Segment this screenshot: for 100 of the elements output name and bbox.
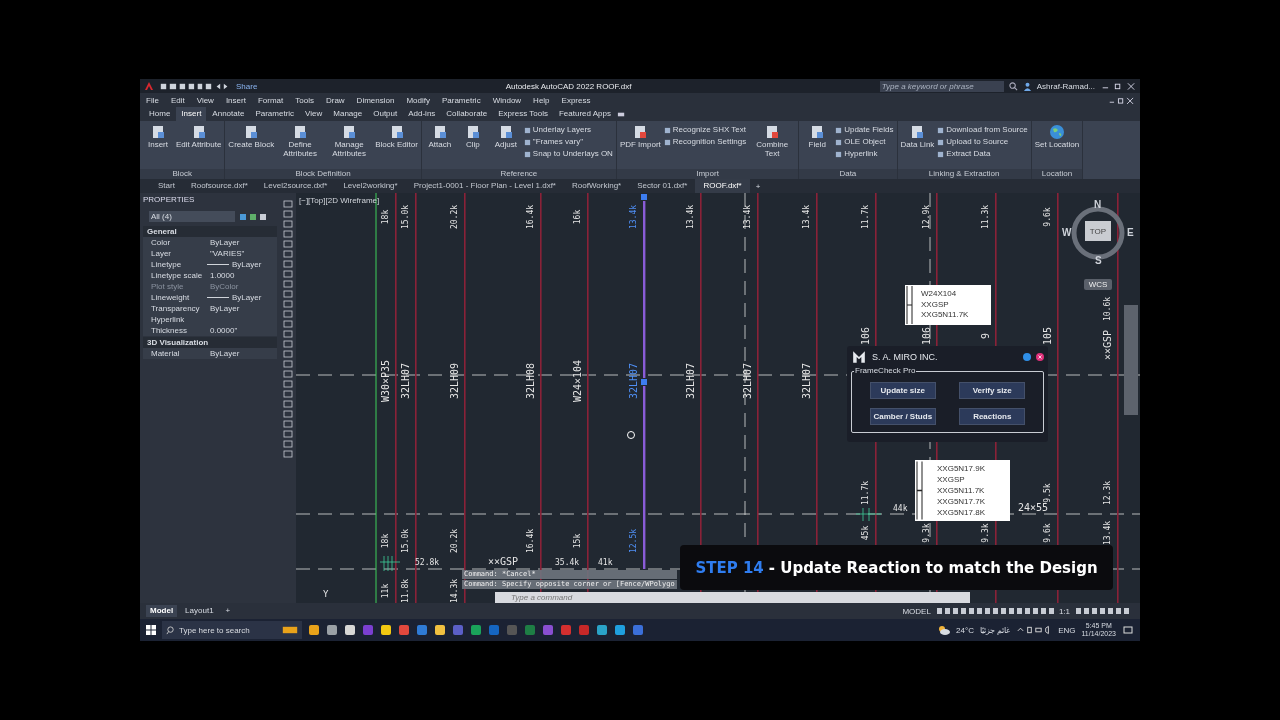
view-cube-face[interactable]: TOP: [1085, 221, 1111, 241]
new-layout-button[interactable]: +: [221, 605, 235, 617]
ribbon-tab[interactable]: Manage: [328, 107, 368, 121]
dialog-button[interactable]: Update size: [869, 381, 936, 399]
close-icon[interactable]: [1036, 353, 1044, 361]
menu-item[interactable]: Insert: [225, 95, 246, 105]
ribbon-button[interactable]: OLE Object: [835, 137, 894, 147]
annotation-scale-button[interactable]: 1:1: [1058, 606, 1070, 616]
ribbon-button[interactable]: Hyperlink: [835, 149, 894, 159]
layout-tab[interactable]: Model: [146, 605, 178, 617]
ribbon-button[interactable]: Upload to Source: [937, 137, 1028, 147]
ribbon-button[interactable]: Underlay Layers: [523, 125, 613, 135]
ribbon-button[interactable]: Clip: [457, 124, 488, 169]
model-space-button[interactable]: MODEL: [902, 606, 931, 616]
search-field[interactable]: Type a keyword or phrase: [879, 80, 1004, 92]
app-icon[interactable]: [470, 624, 482, 636]
document-tab[interactable]: ROOF.dxf*: [695, 179, 750, 193]
drawing-canvas[interactable]: [296, 193, 1140, 603]
dialog-button[interactable]: Reactions: [959, 407, 1026, 425]
grip-marker[interactable]: [641, 194, 647, 200]
ribbon-button[interactable]: Edit Attribute: [176, 124, 222, 169]
weather-icon[interactable]: [938, 625, 951, 635]
command-input[interactable]: Type a command: [495, 592, 970, 603]
ribbon-tab[interactable]: Home: [144, 107, 176, 121]
ribbon-button[interactable]: Recognize SHX Text: [663, 125, 747, 135]
property-value[interactable]: 0.0000": [210, 326, 238, 335]
notification-icon[interactable]: [1122, 625, 1134, 635]
menu-item[interactable]: View: [196, 95, 214, 105]
dialog-button[interactable]: Verify size: [959, 381, 1026, 399]
panel-title[interactable]: Linking & Extraction: [897, 169, 1031, 179]
ribbon-button[interactable]: Create Block: [228, 124, 275, 169]
menu-item[interactable]: Help: [533, 95, 550, 105]
panel-title[interactable]: Import: [616, 169, 799, 179]
panel-title[interactable]: Block Definition: [225, 169, 421, 179]
compass-label[interactable]: S: [1095, 255, 1102, 266]
compass-label[interactable]: N: [1094, 199, 1102, 210]
ribbon-button[interactable]: Attach: [424, 124, 455, 169]
document-tab[interactable]: Level2source.dxf*: [255, 179, 336, 193]
weather-text[interactable]: غائم جزئيًا: [979, 625, 1011, 635]
ribbon-button[interactable]: Recognition Settings: [663, 137, 747, 147]
app-icon[interactable]: [380, 624, 392, 636]
language-indicator[interactable]: ENG: [1058, 625, 1076, 635]
ribbon-button[interactable]: Data Link: [900, 124, 935, 169]
ribbon-tab[interactable]: Annotate: [207, 107, 250, 121]
ribbon-tab[interactable]: Collaborate: [441, 107, 493, 121]
property-value[interactable]: 1.0000: [210, 271, 235, 280]
property-value[interactable]: ByLayer: [210, 349, 240, 358]
ribbon-tab[interactable]: Insert: [176, 107, 207, 121]
menu-item[interactable]: Parametric: [441, 95, 481, 105]
app-icon[interactable]: [308, 624, 320, 636]
ribbon-button[interactable]: Download from Source: [937, 125, 1028, 135]
menu-item[interactable]: File: [146, 95, 159, 105]
panel-title[interactable]: Location: [1031, 169, 1083, 179]
app-icon[interactable]: [326, 624, 338, 636]
search-box[interactable]: Type here to search: [162, 621, 302, 639]
ribbon-button[interactable]: Field: [802, 124, 833, 169]
menu-item[interactable]: Draw: [325, 95, 345, 105]
temperature-text[interactable]: 24°C: [956, 625, 974, 635]
share-button[interactable]: Share: [236, 81, 258, 91]
minimize-icon[interactable]: [1023, 353, 1031, 361]
app-icon[interactable]: [344, 624, 356, 636]
selection-dropdown[interactable]: All (4): [149, 211, 235, 222]
panel-title[interactable]: Reference: [421, 169, 616, 179]
compass-label[interactable]: E: [1127, 227, 1134, 238]
wcs-button[interactable]: WCS: [1084, 279, 1112, 290]
viewport-label[interactable]: [−][Top][2D Wireframe]: [299, 196, 380, 205]
ribbon-tab[interactable]: View: [300, 107, 328, 121]
ribbon-button[interactable]: Define Attributes: [277, 124, 324, 169]
menu-item[interactable]: Dimension: [356, 95, 395, 105]
status-toggles-drawing[interactable]: [934, 607, 1055, 615]
app-icon[interactable]: [434, 624, 446, 636]
windows-icon[interactable]: [146, 625, 156, 635]
property-value[interactable]: ByLayer: [210, 304, 240, 313]
property-value[interactable]: ByLayer: [232, 260, 262, 269]
section-header[interactable]: General: [143, 226, 277, 237]
document-tab[interactable]: Level2working*: [335, 179, 406, 193]
app-icon[interactable]: [614, 624, 626, 636]
ribbon-tab[interactable]: Add-ins: [403, 107, 441, 121]
ribbon-tab[interactable]: Output: [368, 107, 403, 121]
property-value[interactable]: "VARIES": [210, 249, 245, 258]
search-field[interactable]: Type here to search: [179, 625, 278, 635]
ribbon-tab[interactable]: Parametric: [250, 107, 300, 121]
window-controls-drawing[interactable]: [1100, 81, 1136, 91]
document-tab[interactable]: Start: [150, 179, 183, 193]
panel-title[interactable]: Data: [799, 169, 897, 179]
tool-strip-drawing[interactable]: [280, 193, 296, 603]
ribbon-button[interactable]: Combine Text: [749, 124, 796, 169]
ribbon-button[interactable]: Adjust: [490, 124, 521, 169]
document-tab[interactable]: RoofWorking*: [564, 179, 630, 193]
ribbon-tab[interactable]: Featured Apps: [553, 107, 616, 121]
menu-item[interactable]: Edit: [170, 95, 185, 105]
ribbon-button[interactable]: Update Fields: [835, 125, 894, 135]
user-icon[interactable]: [1022, 81, 1032, 91]
ribbon-button[interactable]: Block Editor: [375, 124, 418, 169]
menu-item[interactable]: Express: [561, 95, 591, 105]
ribbon-button[interactable]: "Frames vary": [523, 137, 613, 147]
property-value[interactable]: ByLayer: [232, 293, 262, 302]
search-icon[interactable]: [1008, 81, 1018, 91]
ribbon-button[interactable]: Insert: [143, 124, 173, 169]
app-logo-icon[interactable]: [144, 81, 154, 91]
